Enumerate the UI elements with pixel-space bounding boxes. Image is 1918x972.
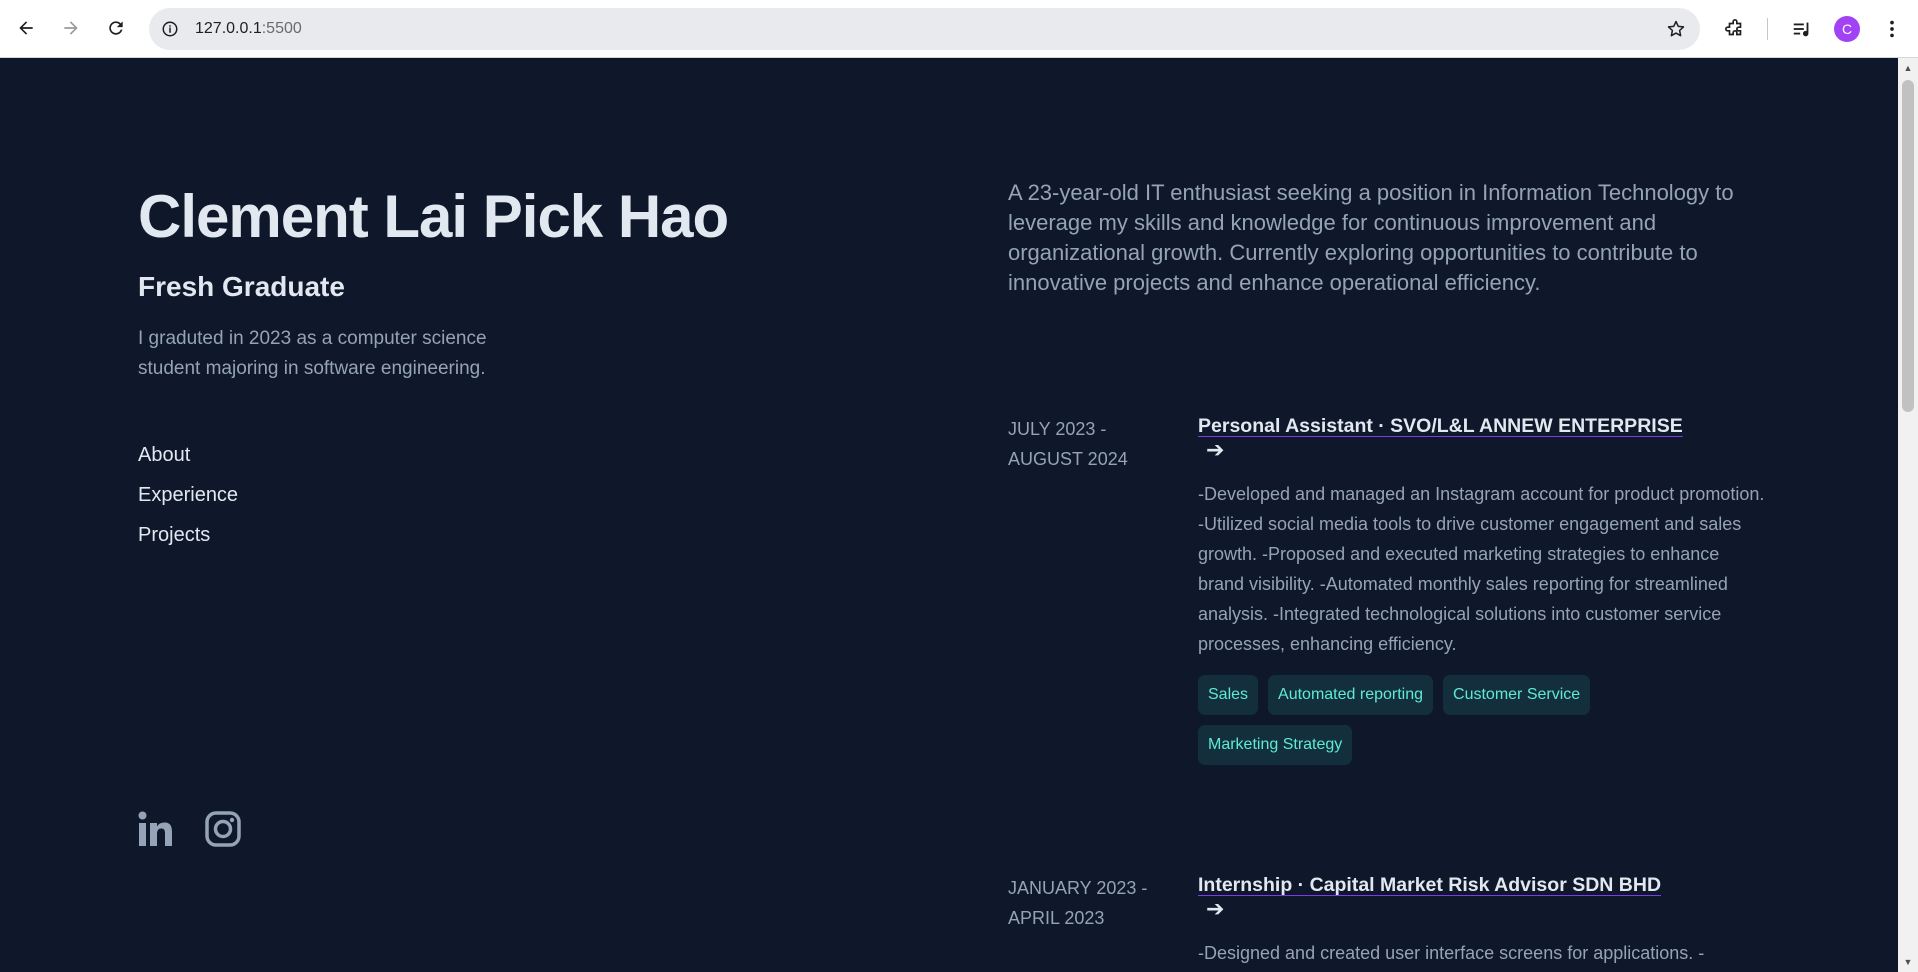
puzzle-icon: [1725, 19, 1742, 36]
media-controls-button[interactable]: [1786, 13, 1818, 45]
browser-toolbar: 127.0.0.1:5500 C: [0, 0, 1918, 58]
reload-button[interactable]: [100, 12, 132, 44]
browser-menu-button[interactable]: [1876, 13, 1908, 45]
social-links: [138, 810, 242, 848]
extensions-button[interactable]: [1719, 13, 1751, 45]
profile-intro: I graduted in 2023 as a computer science…: [138, 328, 487, 379]
skill-tags: Sales Automated reporting Customer Servi…: [1198, 675, 1628, 765]
page-scrollbar[interactable]: ▲ ▼: [1898, 58, 1918, 972]
back-button[interactable]: [10, 12, 42, 44]
experience-title-link[interactable]: Internship · Capital Market Risk Advisor…: [1198, 873, 1768, 922]
experience-date: July 2023 - August 2024: [1008, 419, 1128, 469]
reload-icon: [109, 21, 123, 35]
experience-title: Internship · Capital Market Risk Advisor…: [1198, 874, 1662, 896]
profile-role: Fresh Graduate: [138, 271, 345, 302]
site-info-icon[interactable]: [158, 17, 182, 41]
profile-initial: C: [1841, 21, 1853, 37]
about-paragraph: A 23-year-old IT enthusiast seeking a po…: [1008, 180, 1734, 295]
address-bar[interactable]: 127.0.0.1:5500: [149, 8, 1700, 50]
kebab-menu-icon: [1890, 20, 1894, 38]
experience-title-link[interactable]: Personal Assistant · SVO/L&L ANNEW ENTER…: [1198, 414, 1768, 463]
portfolio-page: Clement Lai Pick Hao Fresh Graduate I gr…: [0, 58, 1898, 972]
url-port: :5500: [261, 20, 302, 37]
back-arrow-icon: [19, 21, 33, 35]
skill-tag: Sales: [1198, 675, 1259, 715]
experience-description: -Designed and created user interface scr…: [1198, 943, 1705, 963]
instagram-icon[interactable]: [204, 810, 242, 848]
arrow-right-icon: ➔: [1206, 896, 1225, 921]
experience-date: January 2023 - April 2023: [1008, 878, 1148, 928]
skill-tag: Marketing Strategy: [1198, 725, 1353, 765]
bookmark-star-icon[interactable]: [1664, 17, 1688, 41]
forward-button[interactable]: [55, 12, 87, 44]
scrollbar-thumb[interactable]: [1902, 80, 1914, 412]
scroll-down-icon[interactable]: ▼: [1902, 956, 1914, 968]
profile-avatar[interactable]: C: [1834, 16, 1860, 42]
toolbar-divider: [1767, 18, 1768, 40]
arrow-right-icon: ➔: [1206, 437, 1225, 462]
experience-description: -Developed and managed an Instagram acco…: [1198, 484, 1765, 654]
nav-link-experience[interactable]: Experience: [138, 475, 238, 515]
nav-link-projects[interactable]: Projects: [138, 515, 238, 555]
linkedin-icon[interactable]: [138, 810, 176, 848]
profile-name: Clement Lai Pick Hao: [138, 183, 729, 250]
section-nav: About Experience Projects: [138, 435, 238, 555]
media-queue-icon: [1793, 22, 1809, 37]
nav-link-about[interactable]: About: [138, 435, 238, 475]
url-text: 127.0.0.1:5500: [195, 20, 302, 38]
skill-tag: Customer Service: [1443, 675, 1591, 715]
experience-title: Personal Assistant · SVO/L&L ANNEW ENTER…: [1198, 415, 1683, 437]
scroll-up-icon[interactable]: ▲: [1902, 62, 1914, 74]
url-host: 127.0.0.1: [195, 20, 262, 37]
forward-arrow-icon: [64, 21, 78, 35]
skill-tag: Automated reporting: [1268, 675, 1434, 715]
